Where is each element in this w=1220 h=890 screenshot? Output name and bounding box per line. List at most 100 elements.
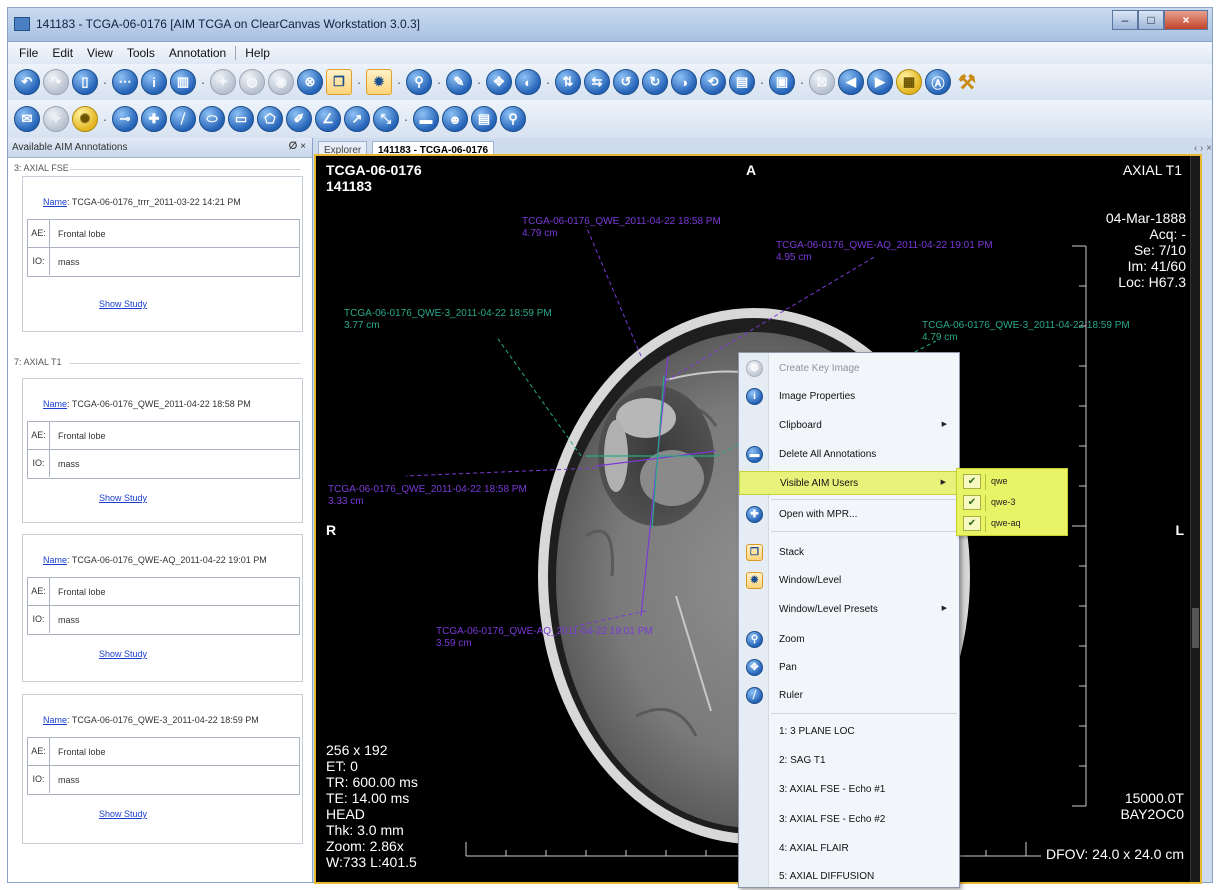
menu-item-zoom[interactable]: ⚲ Zoom <box>739 628 959 652</box>
probe-icon[interactable]: ✎ <box>446 69 472 95</box>
panel-pin-close-buttons[interactable]: ⵁ × <box>289 141 307 152</box>
text-callout-icon[interactable]: ✉ <box>14 106 40 132</box>
menu-view[interactable]: View <box>80 46 120 60</box>
zoom-icon[interactable]: ⚲ <box>406 69 432 95</box>
annotation-label[interactable]: TCGA-06-0176_QWE_2011-04-22 18:58 PM 3.33… <box>328 484 527 508</box>
minimize-button[interactable]: – <box>1112 10 1138 30</box>
export-icon[interactable]: ▤ <box>729 69 755 95</box>
rotate-right-icon[interactable]: ↻ <box>642 69 668 95</box>
annotation-label[interactable]: TCGA-06-0176_QWE_2011-04-22 18:58 PM 4.79… <box>522 216 721 240</box>
magnify-icon[interactable]: ◐ <box>515 69 541 95</box>
close-button[interactable]: × <box>1164 10 1208 30</box>
back-icon[interactable]: ↶ <box>14 69 40 95</box>
probe-tool-icon[interactable]: ⊸ <box>112 106 138 132</box>
show-study-link[interactable]: Show Study <box>99 649 147 659</box>
annotation-label[interactable]: TCGA-06-0176_QWE-AQ_2011-04-22 19:01 PM 3… <box>436 626 653 650</box>
clipboard-icon[interactable]: ▯ <box>72 69 98 95</box>
previous-image-icon[interactable]: ◀ <box>838 69 864 95</box>
menu-item-image-properties[interactable]: i Image Properties <box>739 385 959 409</box>
bidirectional-icon[interactable]: ⤡ <box>373 106 399 132</box>
protractor-icon[interactable]: ∠ <box>315 106 341 132</box>
table-row: IO: mass <box>28 766 299 794</box>
key-image-icon[interactable]: ◉ <box>268 69 294 95</box>
menu-item-series[interactable]: 3: AXIAL FSE - Echo #1 <box>739 778 959 802</box>
lightbulb-icon[interactable]: ✺ <box>72 106 98 132</box>
show-study-link[interactable]: Show Study <box>99 299 147 309</box>
arrow-annotation-icon[interactable]: ↗ <box>344 106 370 132</box>
scrollbar-thumb[interactable] <box>1192 608 1199 648</box>
polygon-icon[interactable]: ⬠ <box>257 106 283 132</box>
menu-help[interactable]: Help <box>238 46 277 60</box>
name-link[interactable]: Name <box>43 555 67 565</box>
menu-item-series[interactable]: 4: AXIAL FLAIR <box>739 837 959 861</box>
aim-search-icon[interactable]: ⚲ <box>500 106 526 132</box>
aim-user-item[interactable]: ✔ qwe-aq <box>961 514 1065 534</box>
menu-item-window-level[interactable]: ✹ Window/Level <box>739 569 959 593</box>
stack-tool-icon[interactable]: ❐ <box>326 69 352 95</box>
annotation-label[interactable]: TCGA-06-0176_QWE-3_2011-04-22 18:59 PM 4.… <box>922 320 1130 344</box>
image-scrollbar[interactable] <box>1190 156 1200 882</box>
menu-file[interactable]: File <box>12 46 45 60</box>
cine-icon[interactable]: ◍ <box>239 69 265 95</box>
menu-annotation[interactable]: Annotation <box>162 46 233 60</box>
hammer-icon[interactable]: ⚒ <box>954 69 980 95</box>
rotate-left-icon[interactable]: ↺ <box>613 69 639 95</box>
name-link[interactable]: Name <box>43 715 67 725</box>
menu-item-ruler[interactable]: ⧸ Ruler <box>739 684 959 708</box>
checkbox-checked-icon[interactable]: ✔ <box>963 474 981 489</box>
menu-tools[interactable]: Tools <box>120 46 162 60</box>
more-icon[interactable]: ⋯ <box>112 69 138 95</box>
layout-manager-icon[interactable]: ▦ <box>896 69 922 95</box>
menu-item-open-with-mpr[interactable]: ✚ Open with MPR... <box>739 503 959 527</box>
show-study-link[interactable]: Show Study <box>99 809 147 819</box>
ruler-icon[interactable]: ⧸ <box>170 106 196 132</box>
flip-horizontal-icon[interactable]: ⇆ <box>584 69 610 95</box>
menu-item-clipboard[interactable]: Clipboard ▶ <box>739 414 959 438</box>
sync-icon[interactable]: ✦ <box>210 69 236 95</box>
menu-item-series[interactable]: 5: AXIAL DIFFUSION <box>739 865 959 889</box>
menu-edit[interactable]: Edit <box>45 46 80 60</box>
crosshair-icon[interactable]: ✚ <box>141 106 167 132</box>
reset-icon[interactable]: ⟲ <box>700 69 726 95</box>
annotation-label[interactable]: TCGA-06-0176_QWE-AQ_2011-04-22 19:01 PM 4… <box>776 240 993 264</box>
clear-icon[interactable]: ⊠ <box>809 69 835 95</box>
menu-item-create-key-image[interactable]: ⚙ Create Key Image <box>739 357 959 381</box>
checkbox-checked-icon[interactable]: ✔ <box>963 516 981 531</box>
menu-item-window-level-presets[interactable]: Window/Level Presets ▶ <box>739 598 959 622</box>
name-link[interactable]: Name <box>43 399 67 409</box>
maximize-button[interactable]: □ <box>1138 10 1164 30</box>
aim-annotation-icon[interactable]: ▬ <box>413 106 439 132</box>
info-icon[interactable]: i <box>141 69 167 95</box>
magic-icon[interactable]: ✧ <box>43 106 69 132</box>
aim-details-icon[interactable]: ▤ <box>471 106 497 132</box>
invert-icon[interactable]: ◑ <box>671 69 697 95</box>
reference-lines-icon[interactable]: ⊗ <box>297 69 323 95</box>
menu-item-pan[interactable]: ✥ Pan <box>739 656 959 680</box>
forward-icon[interactable]: ↷ <box>43 69 69 95</box>
show-study-link[interactable]: Show Study <box>99 493 147 503</box>
show-hide-overlays-icon[interactable]: ▣ <box>769 69 795 95</box>
menu-item-series[interactable]: 1: 3 PLANE LOC <box>739 720 959 744</box>
menu-item-series[interactable]: 3: AXIAL FSE - Echo #2 <box>739 808 959 832</box>
window-level-tool-icon[interactable]: ✹ <box>366 69 392 95</box>
aim-users-icon[interactable]: ☻ <box>442 106 468 132</box>
ellipse-icon[interactable]: ⬭ <box>199 106 225 132</box>
aim-icon[interactable]: Ⓐ <box>925 69 951 95</box>
menu-item-visible-aim-users[interactable]: Visible AIM Users ▶ <box>739 471 959 495</box>
rectangle-icon[interactable]: ▭ <box>228 106 254 132</box>
tab-navigation-buttons[interactable]: ‹ › × <box>1194 143 1212 154</box>
checkbox-checked-icon[interactable]: ✔ <box>963 495 981 510</box>
menu-item-delete-all-annotations[interactable]: ▬ Delete All Annotations <box>739 443 959 467</box>
layout-icon[interactable]: ▥ <box>170 69 196 95</box>
menu-item-stack[interactable]: ❐ Stack <box>739 541 959 565</box>
next-image-icon[interactable]: ▶ <box>867 69 893 95</box>
aim-user-item[interactable]: ✔ qwe <box>961 472 1065 492</box>
menu-item-series[interactable]: 2: SAG T1 <box>739 749 959 773</box>
annotation-label[interactable]: TCGA-06-0176_QWE-3_2011-04-22 18:59 PM 3.… <box>344 308 552 332</box>
flip-vertical-icon[interactable]: ⇅ <box>555 69 581 95</box>
name-link[interactable]: Name <box>43 197 67 207</box>
pan-icon[interactable]: ✥ <box>486 69 512 95</box>
freehand-icon[interactable]: ✐ <box>286 106 312 132</box>
annotation-card: Name: TCGA-06-0176_QWE_2011-04-22 18:58 … <box>22 378 303 523</box>
aim-user-item[interactable]: ✔ qwe-3 <box>961 493 1065 513</box>
